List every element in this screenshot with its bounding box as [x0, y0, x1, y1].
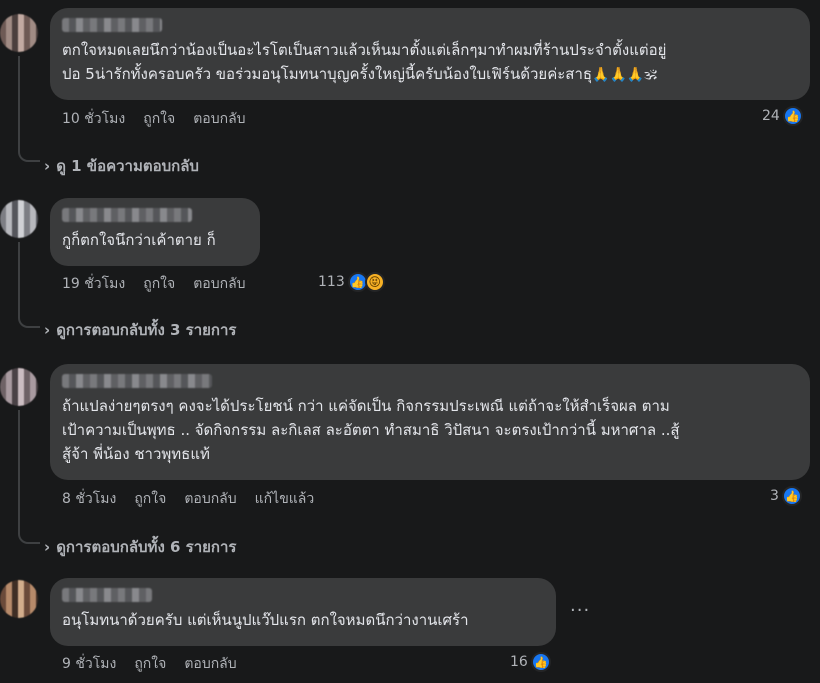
- thread-hook: [18, 146, 40, 162]
- like-button[interactable]: ถูกใจ: [134, 653, 166, 675]
- more-options-button[interactable]: ···: [570, 600, 590, 621]
- comment-bubble: อนุโมทนาด้วยครับ แต่เห็นนูปแว๊ปแรก ตกใจห…: [50, 578, 556, 646]
- comment-actions: 10 ชั่วโมง ถูกใจ ตอบกลับ: [62, 108, 246, 130]
- view-replies-link[interactable]: › ดูการตอบกลับทั้ง 6 รายการ: [44, 535, 236, 559]
- edited-label[interactable]: แก้ไขแล้ว: [255, 488, 315, 510]
- thread-hook: [18, 312, 40, 328]
- reaction-count[interactable]: 113 👍 😝: [318, 272, 385, 292]
- timestamp[interactable]: 9 ชั่วโมง: [62, 653, 116, 675]
- reaction-count[interactable]: 24 👍: [762, 106, 803, 126]
- comment-actions: 9 ชั่วโมง ถูกใจ ตอบกลับ: [62, 653, 237, 675]
- thread-hook: [18, 528, 40, 544]
- reply-arrow-icon: ›: [44, 157, 51, 175]
- haha-reaction-icon: 😝: [364, 272, 385, 292]
- view-replies-link[interactable]: › ดูการตอบกลับทั้ง 3 รายการ: [44, 318, 236, 342]
- comment-bubble: ถ้าแปลง่ายๆตรงๆ คงจะได้ประโยชน์ กว่า แค่…: [50, 364, 810, 480]
- timestamp[interactable]: 10 ชั่วโมง: [62, 108, 125, 130]
- reply-button[interactable]: ตอบกลับ: [184, 653, 236, 675]
- like-button[interactable]: ถูกใจ: [134, 488, 166, 510]
- avatar[interactable]: [0, 580, 38, 618]
- comment-bubble: ตกใจหมดเลยนึกว่าน้องเป็นอะไรโตเป็นสาวแล้…: [50, 8, 810, 100]
- like-reaction-icon: 👍: [530, 652, 551, 672]
- thread-line: [18, 410, 20, 530]
- timestamp[interactable]: 8 ชั่วโมง: [62, 488, 116, 510]
- author-name[interactable]: [62, 588, 152, 602]
- timestamp[interactable]: 19 ชั่วโมง: [62, 273, 125, 295]
- comment-text: อนุโมทนาด้วยครับ แต่เห็นนูปแว๊ปแรก ตกใจห…: [62, 611, 469, 629]
- like-reaction-icon: 👍: [782, 106, 803, 126]
- comment-text: ถ้าแปลง่ายๆตรงๆ คงจะได้ประโยชน์ กว่า แค่…: [62, 397, 680, 463]
- author-name[interactable]: [62, 374, 212, 388]
- thread-line: [18, 242, 20, 314]
- reaction-count[interactable]: 16 👍: [510, 652, 551, 672]
- reply-arrow-icon: ›: [44, 538, 51, 556]
- avatar[interactable]: [0, 14, 38, 52]
- reply-arrow-icon: ›: [44, 321, 51, 339]
- comment-text: กูก็ตกใจนึกว่าเค้าตาย ก็: [62, 231, 216, 249]
- like-button[interactable]: ถูกใจ: [143, 273, 175, 295]
- like-reaction-icon: 👍: [781, 486, 802, 506]
- reply-button[interactable]: ตอบกลับ: [193, 273, 245, 295]
- comment-actions: 19 ชั่วโมง ถูกใจ ตอบกลับ: [62, 273, 246, 295]
- comment-text: ตกใจหมดเลยนึกว่าน้องเป็นอะไรโตเป็นสาวแล้…: [62, 41, 667, 83]
- author-name[interactable]: [62, 208, 192, 222]
- comment-actions: 8 ชั่วโมง ถูกใจ ตอบกลับ แก้ไขแล้ว: [62, 488, 314, 510]
- author-name[interactable]: [62, 18, 162, 32]
- comment-bubble: กูก็ตกใจนึกว่าเค้าตาย ก็: [50, 198, 260, 266]
- reaction-count[interactable]: 3 👍: [770, 486, 802, 506]
- reply-button[interactable]: ตอบกลับ: [193, 108, 245, 130]
- avatar[interactable]: [0, 368, 38, 406]
- reply-button[interactable]: ตอบกลับ: [184, 488, 236, 510]
- view-replies-link[interactable]: › ดู 1 ข้อความตอบกลับ: [44, 154, 199, 178]
- avatar[interactable]: [0, 200, 38, 238]
- thread-line: [18, 56, 20, 148]
- like-button[interactable]: ถูกใจ: [143, 108, 175, 130]
